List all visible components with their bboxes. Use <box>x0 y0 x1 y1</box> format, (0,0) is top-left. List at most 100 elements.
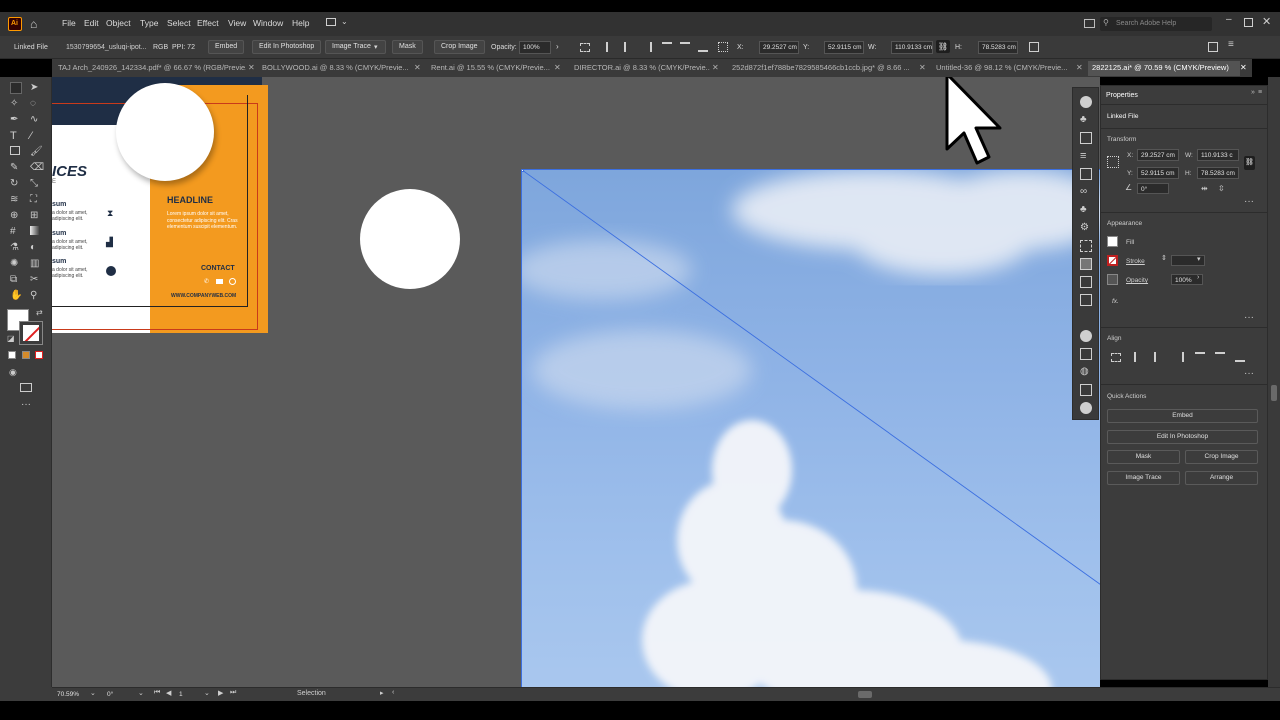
color-mode-icon[interactable] <box>8 351 16 359</box>
shape-builder-tool-icon[interactable]: ⊕ <box>10 210 22 222</box>
align-to-icon[interactable] <box>580 43 590 52</box>
opacity-input[interactable]: 100% <box>519 41 551 54</box>
maximize-button[interactable] <box>1244 18 1253 27</box>
home-icon[interactable]: ⌂ <box>30 17 37 31</box>
scale-tool-icon[interactable]: ⤡ <box>30 178 42 190</box>
stepper-icon[interactable]: ⇕ <box>1161 254 1167 262</box>
mask-button[interactable]: Mask <box>392 40 423 54</box>
align-right-icon[interactable] <box>1174 352 1184 362</box>
close-icon[interactable]: ✕ <box>919 63 926 72</box>
chevron-down-icon[interactable]: ⌄ <box>341 17 348 26</box>
screen-mode-icon[interactable] <box>20 383 32 392</box>
vertical-scrollbar[interactable] <box>1268 77 1280 687</box>
draw-mode-icon[interactable]: ◉ <box>9 367 17 378</box>
stroke-panel-icon[interactable]: ≡ <box>1080 150 1092 162</box>
chevron-right-icon[interactable]: › <box>556 42 559 51</box>
gradient-tool-icon[interactable] <box>30 226 40 235</box>
pencil-tool-icon[interactable]: ✎ <box>10 162 22 174</box>
distribute-icon[interactable] <box>718 42 728 52</box>
chevron-down-icon[interactable]: ▾ <box>1197 255 1201 263</box>
align-hcenter-icon[interactable] <box>624 42 634 52</box>
fx-label[interactable]: fx. <box>1112 298 1119 305</box>
close-icon[interactable]: ✕ <box>1240 63 1247 72</box>
chevron-down-icon[interactable]: ▾ <box>374 43 378 51</box>
transparency-panel-icon[interactable] <box>1080 258 1092 270</box>
more-options-icon[interactable]: ··· <box>1244 368 1254 379</box>
transform-icon[interactable] <box>1029 42 1039 52</box>
panel-collapse-icon[interactable]: » <box>1251 89 1255 96</box>
search-help-field[interactable]: ⚲ Search Adobe Help <box>1100 17 1212 31</box>
menu-select[interactable]: Select <box>167 18 191 28</box>
menu-file[interactable]: File <box>62 18 76 28</box>
direct-selection-tool-icon[interactable]: ➤ <box>30 82 42 94</box>
rotation-input[interactable]: 0° <box>1137 183 1169 194</box>
chevron-down-icon[interactable]: ⌄ <box>204 689 210 697</box>
pen-tool-icon[interactable]: ✒ <box>10 114 22 126</box>
transform-y-input[interactable]: 52.9115 cm <box>1137 167 1179 179</box>
swatches-icon[interactable] <box>1080 132 1092 144</box>
symbol-sprayer-tool-icon[interactable]: ✺ <box>10 258 22 270</box>
tab-director[interactable]: DIRECTOR.ai @ 8.33 % (CMYK/Previe... <box>574 61 710 76</box>
w-input[interactable]: 110.9133 cm <box>891 41 933 54</box>
opacity-label[interactable]: Opacity <box>1126 277 1148 284</box>
free-transform-tool-icon[interactable]: ⛶ <box>30 194 42 206</box>
tab-rent[interactable]: Rent.ai @ 15.55 % (CMYK/Previe... <box>431 61 553 76</box>
canvas-area[interactable]: ICES E sum a dolor sit amet, adipiscing … <box>52 77 1100 687</box>
align-bottom-icon[interactable] <box>1235 352 1245 362</box>
selection-tool-icon[interactable] <box>10 82 22 94</box>
tab-jpg[interactable]: 252d872f1ef788be7829585466cb1ccb.jpg* @ … <box>732 61 912 76</box>
crop-image-button[interactable]: Crop Image <box>1185 450 1258 464</box>
properties-tab[interactable]: Properties <box>1106 92 1138 99</box>
artboard-number-input[interactable]: 1 <box>176 689 206 700</box>
pathfinder-icon[interactable] <box>1080 276 1092 288</box>
perspective-grid-tool-icon[interactable]: ⊞ <box>30 210 42 222</box>
transform-x-input[interactable]: 29.2527 cm <box>1137 149 1179 161</box>
edit-in-photoshop-button[interactable]: Edit In Photoshop <box>1107 430 1258 444</box>
menu-effect[interactable]: Effect <box>197 18 219 28</box>
paintbrush-tool-icon[interactable]: 🖌 <box>30 146 43 158</box>
appearance-panel-icon[interactable]: ◍ <box>1080 366 1092 378</box>
flyer-artwork[interactable]: ICES E sum a dolor sit amet, adipiscing … <box>52 77 268 333</box>
tab-untitled-36[interactable]: Untitled-36 @ 98.12 % (CMYK/Previe... <box>936 61 1076 76</box>
layers-panel-icon[interactable] <box>1080 294 1092 306</box>
transform-w-input[interactable]: 110.9133 c <box>1197 149 1239 161</box>
chevron-right-icon[interactable]: › <box>1197 274 1199 281</box>
align-right-icon[interactable] <box>642 42 652 52</box>
close-window-button[interactable]: ✕ <box>1262 15 1271 28</box>
arrange-button[interactable]: Arrange <box>1185 471 1258 485</box>
reference-point-icon[interactable] <box>1107 156 1119 168</box>
close-icon[interactable]: ✕ <box>414 63 421 72</box>
magic-wand-tool-icon[interactable]: ✧ <box>10 98 22 110</box>
transform-panel-icon[interactable] <box>1080 240 1092 252</box>
next-artboard-icon[interactable]: ▶ <box>218 689 223 697</box>
column-graph-tool-icon[interactable]: ▥ <box>30 258 42 270</box>
illustrator-logo[interactable]: Ai <box>8 17 22 31</box>
slice-tool-icon[interactable]: ✂ <box>30 274 42 286</box>
edit-in-photoshop-button[interactable]: Edit In Photoshop <box>252 40 322 54</box>
align-vcenter-icon[interactable] <box>680 42 690 52</box>
y-input[interactable]: 52.9115 cm <box>824 41 864 54</box>
chevron-down-icon[interactable]: ⌄ <box>90 689 96 697</box>
swap-fill-stroke-icon[interactable]: ⇄ <box>36 308 43 317</box>
mesh-tool-icon[interactable]: # <box>10 226 22 238</box>
default-colors-icon[interactable]: ◪ <box>7 334 15 343</box>
arrange-docs-icon[interactable] <box>1208 42 1218 52</box>
align-left-icon[interactable] <box>606 42 616 52</box>
more-options-icon[interactable]: ··· <box>1244 312 1254 323</box>
links-panel-icon[interactable]: ∞ <box>1080 186 1092 198</box>
scroll-left-icon[interactable]: ‹ <box>392 689 394 696</box>
symbols-panel-icon[interactable]: ♣ <box>1080 204 1092 216</box>
info-panel-icon[interactable] <box>1080 330 1092 342</box>
embed-button[interactable]: Embed <box>208 40 245 54</box>
scroll-thumb[interactable] <box>1271 385 1277 401</box>
rectangle-tool-icon[interactable] <box>10 146 20 155</box>
menu-window[interactable]: Window <box>253 18 283 28</box>
zoom-tool-icon[interactable]: ⚲ <box>30 290 42 302</box>
close-icon[interactable]: ✕ <box>248 63 255 72</box>
none-mode-icon[interactable] <box>35 351 43 359</box>
menu-view[interactable]: View <box>228 18 246 28</box>
eraser-tool-icon[interactable]: ⌫ <box>30 162 44 174</box>
graphic-styles-icon[interactable]: ⚙ <box>1080 222 1092 234</box>
transform-h-input[interactable]: 78.5283 cm <box>1197 167 1239 179</box>
tab-bollywood[interactable]: BOLLYWOOD.ai @ 8.33 % (CMYK/Previe... <box>262 61 412 76</box>
